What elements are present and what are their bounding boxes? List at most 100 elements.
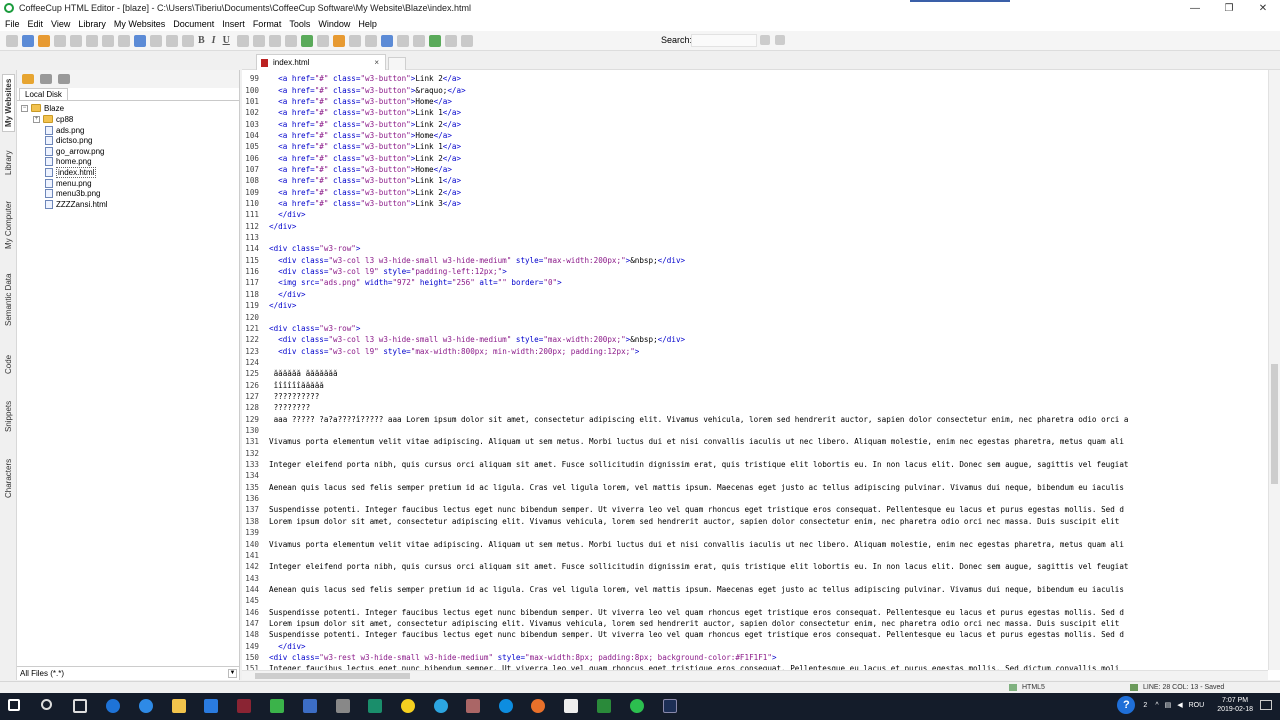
- paragraph-icon[interactable]: [166, 34, 178, 47]
- code-line[interactable]: 113: [242, 232, 269, 243]
- tag-icon[interactable]: [412, 34, 425, 47]
- tree-file[interactable]: ZZZZansi.html: [45, 199, 108, 209]
- line-text[interactable]: <div class="w3-col l3 w3-hide-small w3-h…: [269, 256, 685, 265]
- scroll-thumb[interactable]: [1271, 364, 1278, 484]
- collapse-icon[interactable]: −: [21, 104, 28, 112]
- code-line[interactable]: 138 Lorem ipsum dolor sit amet, consectet…: [242, 516, 1119, 527]
- copy-icon[interactable]: [102, 34, 114, 47]
- tree-file-selected[interactable]: index.html: [45, 166, 97, 178]
- code-line[interactable]: 100 <a href="#" class="w3-button">&raquo…: [242, 84, 465, 95]
- sidetab-code[interactable]: Code: [2, 352, 15, 376]
- code-line[interactable]: 103 <a href="#" class="w3-button">Link 2…: [242, 118, 461, 129]
- line-text[interactable]: </div>: [269, 222, 296, 231]
- align-icon[interactable]: [236, 34, 249, 47]
- app-icon[interactable]: [564, 699, 578, 713]
- code-line[interactable]: 118 </div>: [242, 289, 305, 300]
- menu-format[interactable]: Format: [253, 19, 282, 29]
- menu-help[interactable]: Help: [358, 19, 377, 29]
- code-line[interactable]: 117 <img src="ads.png" width="972" heigh…: [242, 277, 562, 288]
- code-line[interactable]: 123 <div class="w3-col l9" style="max-wi…: [242, 345, 639, 356]
- menu-document[interactable]: Document: [173, 19, 214, 29]
- color-picker-icon[interactable]: [332, 34, 345, 47]
- search-go-icon[interactable]: [760, 35, 770, 45]
- code-line[interactable]: 120: [242, 311, 269, 322]
- line-text[interactable]: <div class="w3-row">: [269, 244, 360, 253]
- line-text[interactable]: </div>: [269, 290, 305, 299]
- scroll-thumb[interactable]: [255, 673, 410, 679]
- code-line[interactable]: 134: [242, 470, 269, 481]
- code-line[interactable]: 130: [242, 425, 269, 436]
- app-icon[interactable]: [270, 699, 284, 713]
- line-text[interactable]: ????????: [269, 403, 311, 412]
- code-line[interactable]: 125 ăăăăăă ăăăăăăă: [242, 368, 337, 379]
- app-icon[interactable]: [237, 699, 251, 713]
- language-indicator[interactable]: ROU: [1189, 702, 1205, 709]
- code-area[interactable]: 99 <a href="#" class="w3-button">Link 2<…: [242, 73, 1268, 671]
- tree-folder-cp88[interactable]: + cp88: [33, 114, 73, 124]
- line-text[interactable]: <img src="ads.png" width="972" height="2…: [269, 278, 562, 287]
- local-disk-tab[interactable]: Local Disk: [19, 88, 68, 100]
- line-text[interactable]: <a href="#" class="w3-button">Link 1</a>: [269, 108, 461, 117]
- open-icon[interactable]: [38, 34, 50, 47]
- indent-icon[interactable]: [268, 34, 281, 47]
- new-file-icon[interactable]: [6, 34, 18, 47]
- line-text[interactable]: Vivamus porta elementum velit vitae adip…: [269, 540, 1124, 549]
- sidetab-snippets[interactable]: Snippets: [2, 398, 15, 434]
- tree-root[interactable]: − Blaze: [21, 103, 64, 113]
- list-icon[interactable]: [252, 34, 265, 47]
- form-icon[interactable]: [348, 34, 361, 47]
- line-text[interactable]: Lorem ipsum dolor sit amet, consectetur …: [269, 517, 1119, 526]
- underline-button[interactable]: U: [223, 35, 230, 46]
- code-line[interactable]: 119 </div>: [242, 300, 296, 311]
- code-line[interactable]: 121 <div class="w3-row">: [242, 323, 360, 334]
- tree-file[interactable]: menu.png: [45, 178, 92, 188]
- edge-icon[interactable]: [106, 699, 120, 713]
- line-text[interactable]: Suspendisse potenti. Integer faucibus le…: [269, 608, 1124, 617]
- menu-tools[interactable]: Tools: [289, 19, 310, 29]
- code-line[interactable]: 126 îîîîîîăăăăă: [242, 379, 324, 390]
- firefox-icon[interactable]: [531, 699, 545, 713]
- print-icon[interactable]: [182, 34, 194, 47]
- line-text[interactable]: <div class="w3-col l3 w3-hide-small w3-h…: [269, 335, 685, 344]
- frame-icon[interactable]: [364, 34, 377, 47]
- color-icon[interactable]: [150, 34, 162, 47]
- new-tab-button[interactable]: [388, 57, 406, 70]
- line-text[interactable]: <a href="#" class="w3-button">Link 2</a>: [269, 154, 461, 163]
- ie-icon[interactable]: [139, 699, 153, 713]
- app-icon[interactable]: [401, 699, 415, 713]
- sidetab-characters[interactable]: Characters: [2, 455, 15, 501]
- line-text[interactable]: <a href="#" class="w3-button">Home</a>: [269, 131, 452, 140]
- bold-button[interactable]: B: [198, 35, 205, 46]
- code-line[interactable]: 150 <div class="w3-rest w3-hide-small w3-…: [242, 652, 776, 663]
- font-icon[interactable]: [134, 34, 146, 47]
- code-line[interactable]: 101 <a href="#" class="w3-button">Home</…: [242, 96, 452, 107]
- code-line[interactable]: 127 ??????????: [242, 391, 319, 402]
- code-line[interactable]: 136: [242, 493, 269, 504]
- line-text[interactable]: <a href="#" class="w3-button">Home</a>: [269, 165, 452, 174]
- table-icon[interactable]: [284, 34, 297, 47]
- code-line[interactable]: 139: [242, 527, 269, 538]
- image-icon[interactable]: [300, 34, 313, 47]
- settings-icon[interactable]: [444, 34, 457, 47]
- app-icon[interactable]: [466, 699, 480, 713]
- line-text[interactable]: Integer eleifend porta nibh, quis cursus…: [269, 562, 1129, 571]
- save-icon[interactable]: [22, 34, 34, 47]
- code-line[interactable]: 132: [242, 448, 269, 459]
- tree-file[interactable]: go_arrow.png: [45, 146, 104, 156]
- volume-icon[interactable]: ◀: [1177, 701, 1182, 709]
- restore-button[interactable]: ❐: [1212, 0, 1246, 16]
- chevron-up-icon[interactable]: ^: [1155, 702, 1158, 709]
- code-line[interactable]: 143: [242, 572, 269, 583]
- tree-file[interactable]: dictso.png: [45, 135, 92, 145]
- app-icon[interactable]: [663, 699, 677, 713]
- line-text[interactable]: <a href="#" class="w3-button">Link 1</a>: [269, 142, 461, 151]
- app-icon[interactable]: [303, 699, 317, 713]
- close-button[interactable]: ✕: [1246, 0, 1280, 16]
- code-line[interactable]: 131 Vivamus porta elementum velit vitae a…: [242, 436, 1124, 447]
- code-line[interactable]: 141: [242, 550, 269, 561]
- menu-my-websites[interactable]: My Websites: [114, 19, 165, 29]
- vertical-scrollbar[interactable]: [1268, 70, 1280, 670]
- line-text[interactable]: Aenean quis lacus sed felis semper preti…: [269, 483, 1124, 492]
- code-line[interactable]: 107 <a href="#" class="w3-button">Home</…: [242, 164, 452, 175]
- line-text[interactable]: </div>: [269, 642, 305, 651]
